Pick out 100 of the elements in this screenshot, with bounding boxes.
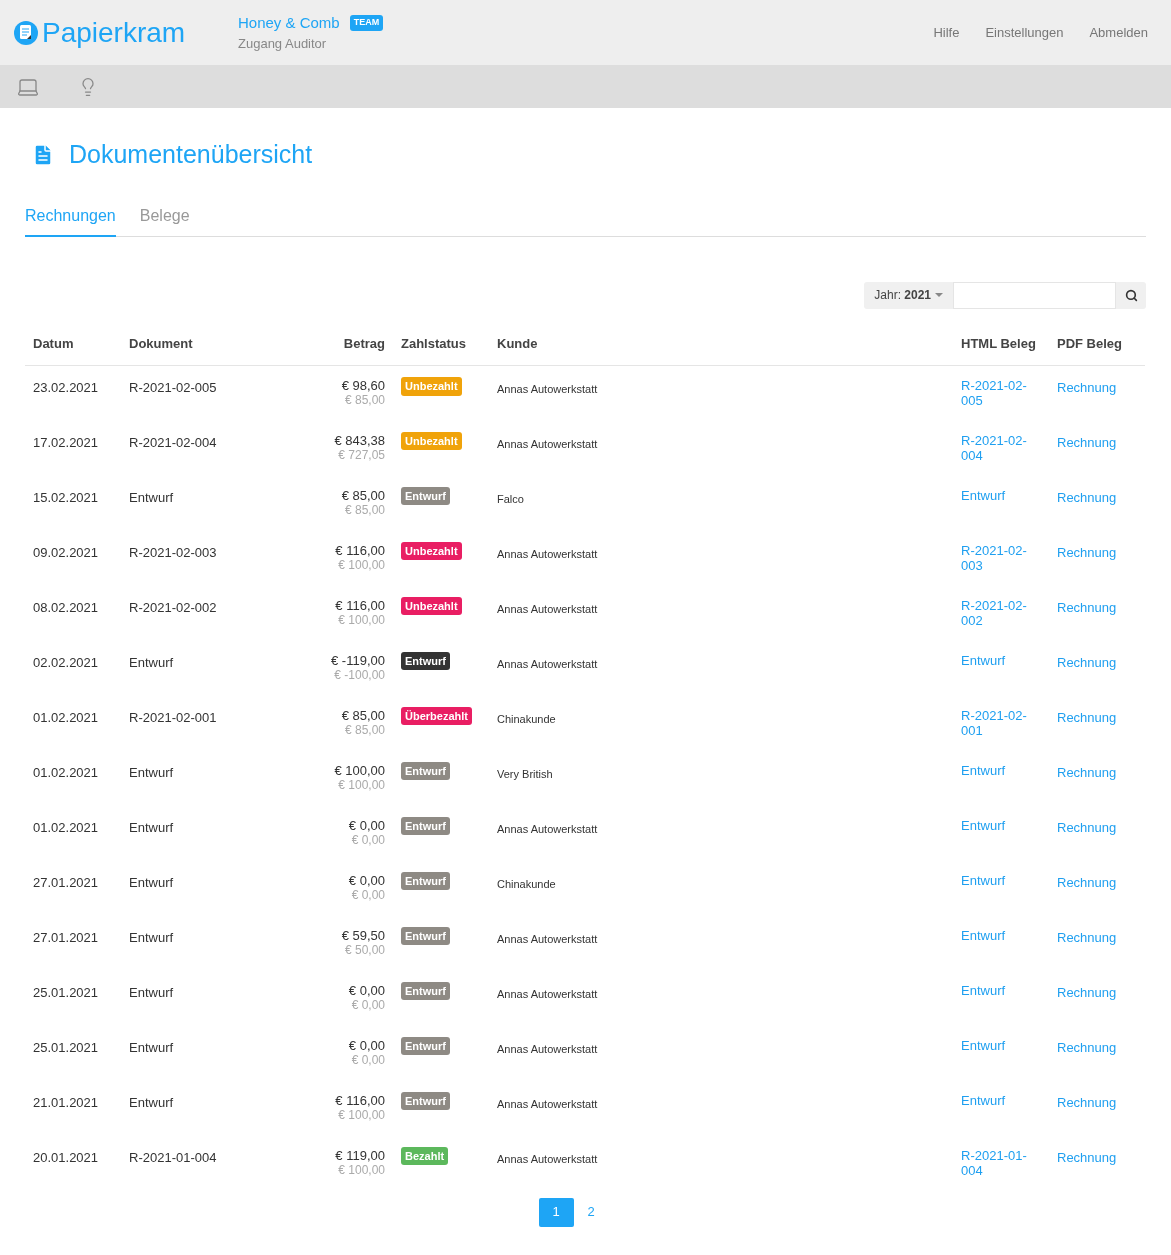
pdf-document-link[interactable]: Rechnung bbox=[1057, 819, 1117, 835]
search-icon bbox=[1124, 288, 1138, 302]
date-text: 25.01.2021 bbox=[33, 984, 99, 1000]
net-amount: € -100,00 bbox=[333, 667, 385, 683]
column-header: PDF Beleg bbox=[1049, 333, 1145, 366]
document-number: Entwurf bbox=[129, 489, 174, 505]
customer-name: Annas Autowerkstatt bbox=[497, 1097, 598, 1110]
nav-link[interactable]: Abmelden bbox=[1089, 22, 1148, 43]
html-document-link[interactable]: Entwurf bbox=[961, 762, 1033, 778]
pdf-document-link[interactable]: Rechnung bbox=[1057, 1149, 1117, 1165]
html-document-link[interactable]: Entwurf bbox=[961, 1092, 1033, 1108]
pdf-document-link[interactable]: Rechnung bbox=[1057, 544, 1117, 560]
status-badge: Unbezahlt bbox=[401, 431, 462, 450]
html-document-link[interactable]: R-2021-02-005 bbox=[961, 378, 1033, 408]
document-number: Entwurf bbox=[129, 874, 174, 890]
pdf-document-link[interactable]: Rechnung bbox=[1057, 434, 1117, 450]
document-number: Entwurf bbox=[129, 929, 174, 945]
pdf-document-link[interactable]: Rechnung bbox=[1057, 709, 1117, 725]
html-document-link[interactable]: Entwurf bbox=[961, 652, 1033, 668]
document-number: Entwurf bbox=[129, 654, 174, 670]
pdf-document-link[interactable]: Rechnung bbox=[1057, 764, 1117, 780]
column-header: Kunde bbox=[489, 333, 953, 366]
customer-name: Annas Autowerkstatt bbox=[497, 1152, 598, 1165]
customer-name: Annas Autowerkstatt bbox=[497, 547, 598, 560]
gross-amount: € 0,00 bbox=[347, 817, 385, 833]
customer-name: Annas Autowerkstatt bbox=[497, 822, 598, 835]
customer-name: Chinakunde bbox=[497, 712, 556, 725]
pdf-document-link[interactable]: Rechnung bbox=[1057, 489, 1117, 505]
html-document-link[interactable]: Entwurf bbox=[961, 872, 1033, 888]
pdf-document-link[interactable]: Rechnung bbox=[1057, 380, 1117, 395]
date-text: 08.02.2021 bbox=[33, 599, 99, 615]
search-field[interactable] bbox=[953, 281, 1116, 309]
team-badge: TEAM bbox=[349, 15, 384, 31]
pdf-document-link[interactable]: Rechnung bbox=[1057, 599, 1117, 615]
date-text: 23.02.2021 bbox=[33, 380, 99, 395]
html-document-link[interactable]: Entwurf bbox=[961, 817, 1033, 833]
access-label: Zugang Auditor bbox=[238, 35, 328, 53]
net-amount: € 100,00 bbox=[337, 1107, 385, 1123]
document-number: R-2021-02-004 bbox=[129, 434, 217, 450]
document-number: Entwurf bbox=[129, 1039, 174, 1055]
document-number: Entwurf bbox=[129, 1094, 174, 1110]
net-amount: € 100,00 bbox=[337, 612, 385, 628]
status-badge: Entwurf bbox=[401, 486, 450, 505]
document-number: Entwurf bbox=[129, 819, 174, 835]
gross-amount: € 116,00 bbox=[334, 542, 385, 558]
html-document-link[interactable]: Entwurf bbox=[961, 487, 1033, 503]
net-amount: € 85,00 bbox=[343, 393, 385, 408]
pdf-document-link[interactable]: Rechnung bbox=[1057, 929, 1117, 945]
logo-text[interactable]: Papierkram bbox=[42, 18, 186, 47]
customer-name: Annas Autowerkstatt bbox=[497, 602, 598, 615]
column-header: Betrag bbox=[281, 333, 393, 366]
customer-name: Annas Autowerkstatt bbox=[497, 932, 598, 945]
html-document-link[interactable]: Entwurf bbox=[961, 1037, 1033, 1053]
pdf-document-link[interactable]: Rechnung bbox=[1057, 984, 1117, 1000]
gross-amount: € 85,00 bbox=[340, 707, 385, 723]
date-text: 21.01.2021 bbox=[33, 1094, 99, 1110]
status-badge: Unbezahlt bbox=[401, 541, 462, 560]
column-header: Zahlstatus bbox=[393, 333, 489, 366]
html-document-link[interactable]: R-2021-02-001 bbox=[961, 707, 1033, 738]
tab[interactable]: Rechnungen bbox=[25, 203, 116, 237]
company-name[interactable]: Honey & Comb bbox=[238, 11, 340, 34]
pdf-document-link[interactable]: Rechnung bbox=[1057, 1039, 1117, 1055]
document-number: R-2021-02-003 bbox=[129, 544, 217, 560]
page-button[interactable]: 1 bbox=[538, 1197, 574, 1227]
net-amount: € 100,00 bbox=[337, 777, 385, 793]
status-badge: Entwurf bbox=[401, 651, 450, 670]
column-header: HTML Beleg bbox=[953, 333, 1049, 366]
gross-amount: € 0,00 bbox=[347, 982, 385, 998]
document-number: R-2021-02-005 bbox=[129, 380, 217, 395]
html-document-link[interactable]: Entwurf bbox=[961, 982, 1033, 998]
page-button[interactable]: 2 bbox=[577, 1197, 605, 1227]
net-amount: € 85,00 bbox=[343, 722, 385, 738]
html-document-link[interactable]: R-2021-02-003 bbox=[961, 542, 1033, 573]
gross-amount: € 843,38 bbox=[333, 432, 385, 448]
date-text: 01.02.2021 bbox=[33, 819, 99, 835]
pdf-document-link[interactable]: Rechnung bbox=[1057, 654, 1117, 670]
html-document-link[interactable]: R-2021-02-002 bbox=[961, 597, 1033, 628]
tab[interactable]: Belege bbox=[139, 203, 190, 236]
html-document-link[interactable]: R-2021-01-004 bbox=[961, 1147, 1033, 1178]
page-title: Dokumentenübersicht bbox=[69, 139, 313, 170]
nav-link[interactable]: Hilfe bbox=[933, 22, 960, 43]
pdf-document-link[interactable]: Rechnung bbox=[1057, 874, 1117, 890]
gross-amount: € 116,00 bbox=[334, 597, 385, 613]
nav-link[interactable]: Einstellungen bbox=[985, 22, 1064, 43]
document-number: R-2021-01-004 bbox=[129, 1149, 217, 1165]
document-number: Entwurf bbox=[129, 764, 174, 780]
status-badge: Unbezahlt bbox=[401, 377, 462, 396]
date-text: 09.02.2021 bbox=[33, 544, 99, 560]
pdf-document-link[interactable]: Rechnung bbox=[1057, 1094, 1117, 1110]
html-document-link[interactable]: R-2021-02-004 bbox=[961, 432, 1033, 463]
status-badge: Bezahlt bbox=[401, 1146, 449, 1165]
status-badge: Überbezahlt bbox=[401, 706, 472, 725]
column-header: Dokument bbox=[121, 333, 281, 366]
status-badge: Entwurf bbox=[401, 1091, 450, 1110]
customer-name: Very British bbox=[497, 767, 553, 780]
document-number: R-2021-02-001 bbox=[129, 709, 217, 725]
customer-name: Annas Autowerkstatt bbox=[497, 987, 598, 1000]
html-document-link[interactable]: Entwurf bbox=[961, 927, 1033, 943]
date-text: 20.01.2021 bbox=[33, 1149, 99, 1165]
customer-name: Annas Autowerkstatt bbox=[497, 437, 598, 450]
